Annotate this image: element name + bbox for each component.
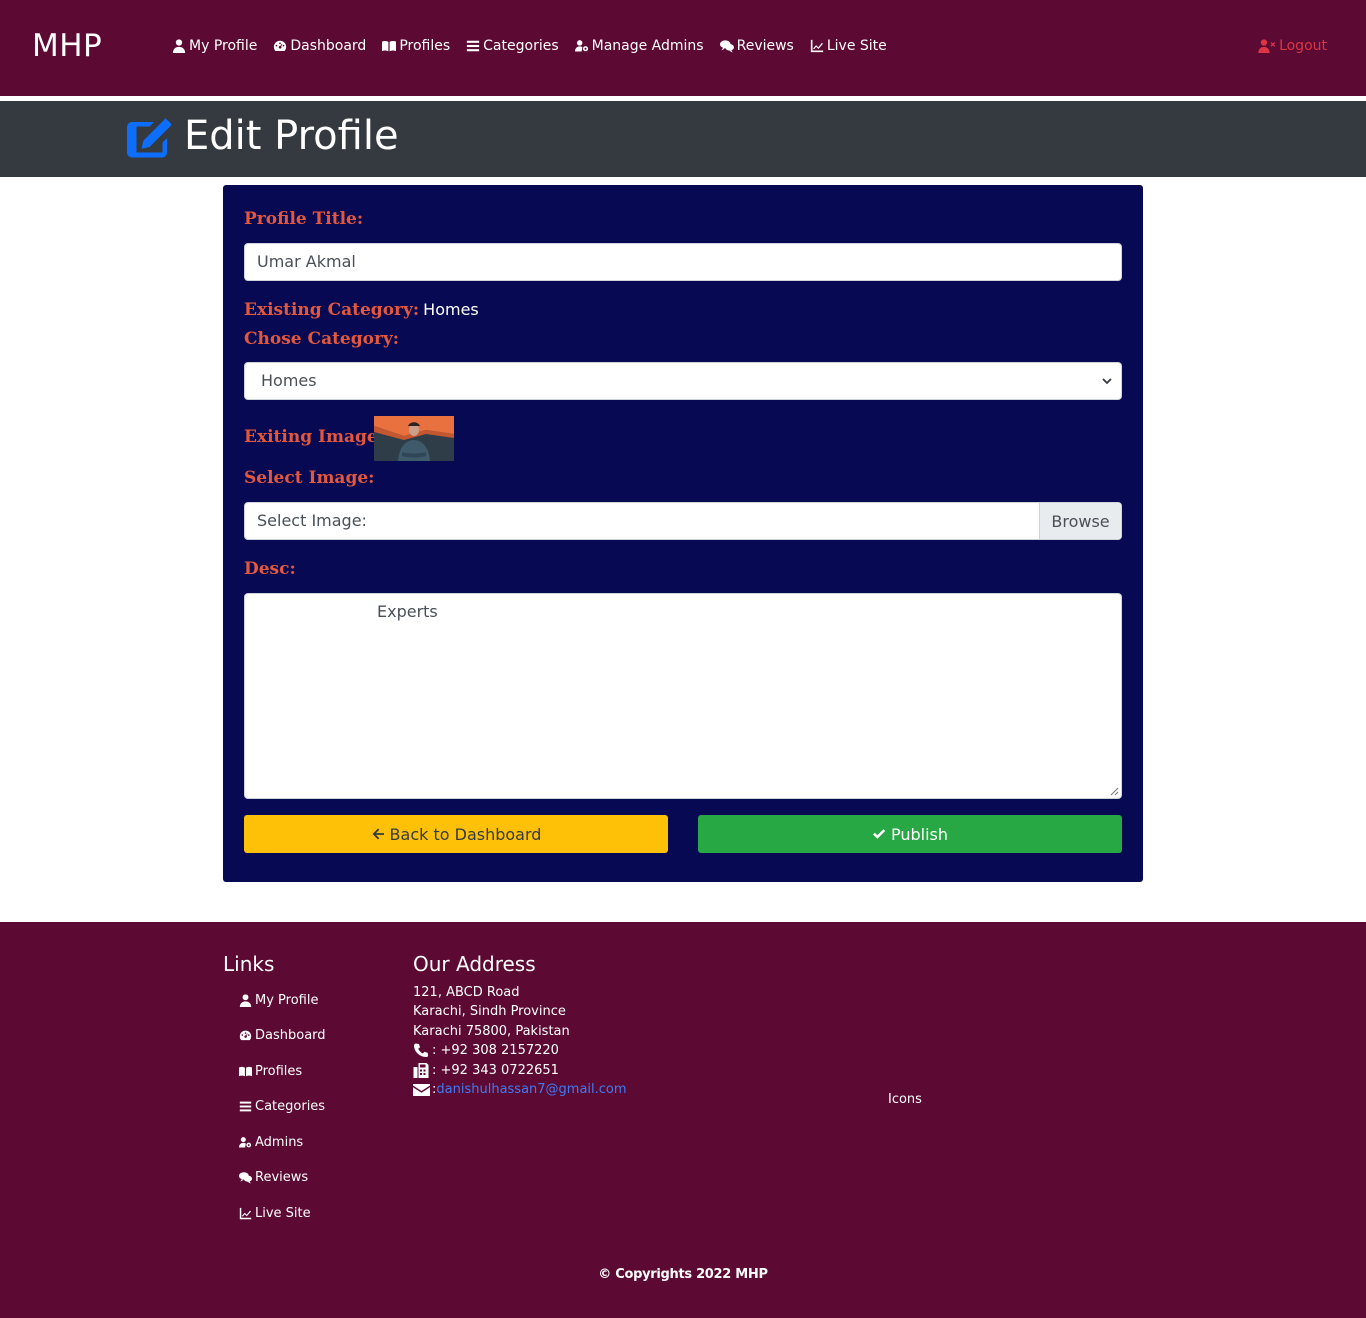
comments-icon [239, 1172, 252, 1184]
check-icon [872, 829, 886, 839]
logout-label: Logout [1279, 38, 1327, 54]
nav-link-label: Reviews [736, 38, 794, 54]
existing-image-label: Exiting Image: [244, 427, 384, 447]
category-select[interactable]: Homes [244, 362, 1122, 400]
footer-link-label: Dashboard [255, 1028, 326, 1043]
book-icon [239, 1066, 252, 1077]
nav-link-categories[interactable]: Categories [466, 38, 559, 54]
email-link[interactable]: danishulhassan7@gmail.com [436, 1082, 626, 1097]
user-icon [172, 39, 186, 53]
existing-category-label-text: Existing Category: [244, 300, 420, 320]
choose-category-label: Chose Category: [244, 329, 400, 349]
back-button-label: Back to Dashboard [389, 824, 542, 844]
address-line: Karachi, Sindh Province [413, 1004, 566, 1019]
footer-link-label: My Profile [255, 993, 319, 1008]
nav-link-dashboard[interactable]: Dashboard [273, 38, 366, 54]
edit-icon [127, 118, 172, 158]
user-cog-icon [239, 1137, 252, 1148]
nav-link-reviews[interactable]: Reviews [719, 38, 794, 54]
navbar: MHP My Profile Dashboard Profiles Catego… [0, 0, 1366, 96]
comments-icon [719, 40, 734, 53]
nav-link-label: Live Site [826, 38, 887, 54]
footer-address-heading: Our Address [413, 952, 536, 976]
publish-button[interactable]: Publish [698, 815, 1122, 853]
desc-label: Desc: [244, 559, 296, 579]
fax-icon [413, 1063, 429, 1078]
phone-icon [414, 1043, 429, 1057]
arrow-left-icon [372, 828, 384, 840]
browse-button[interactable]: Browse [1039, 503, 1121, 539]
existing-category-label: Existing Category: Homes [244, 300, 479, 320]
existing-category-value: Homes [423, 300, 479, 319]
footer-link-categories[interactable]: Categories [239, 1099, 325, 1114]
nav-link-live-site[interactable]: Live Site [810, 38, 887, 54]
chart-line-icon [239, 1207, 252, 1220]
existing-profile-image [374, 416, 454, 461]
brand-logo[interactable]: MHP [32, 28, 102, 64]
desc-text: Experts [377, 602, 438, 621]
footer-link-label: Live Site [255, 1206, 311, 1221]
back-to-dashboard-button[interactable]: Back to Dashboard [244, 815, 668, 853]
select-image-label: Select Image: [244, 468, 375, 488]
footer-link-label: Reviews [255, 1170, 309, 1185]
profile-title-label: Profile Title: [244, 209, 364, 229]
address-line: 121, ABCD Road [413, 985, 520, 1000]
nav-link-profiles[interactable]: Profiles [382, 38, 450, 54]
profile-title-input[interactable]: Umar Akmal [244, 243, 1122, 281]
edit-profile-form: Profile Title: Umar Akmal Existing Categ… [223, 185, 1143, 882]
footer-link-label: Admins [255, 1135, 304, 1150]
nav-link-label: Manage Admins [591, 38, 704, 54]
nav-link-label: Categories [483, 38, 559, 54]
list-icon [467, 40, 480, 52]
nav-links: My Profile Dashboard Profiles Categories… [172, 38, 903, 54]
icons-text: Icons [888, 1092, 922, 1107]
category-selected-value: Homes [261, 371, 317, 390]
user-icon [239, 994, 252, 1007]
phone-line: : +92 308 2157220 [413, 1043, 559, 1058]
user-times-icon [1258, 39, 1276, 53]
copyright: © Copyrights 2022 MHP [598, 1267, 768, 1282]
address-line: Karachi 75800, Pakistan [413, 1024, 570, 1039]
nav-link-label: Dashboard [290, 38, 367, 54]
footer-link-my-profile[interactable]: My Profile [239, 993, 318, 1008]
tachometer-icon [239, 1030, 252, 1041]
logout-link[interactable]: Logout [1258, 38, 1327, 54]
footer-link-reviews[interactable]: Reviews [239, 1170, 308, 1185]
footer-links-heading: Links [223, 952, 275, 976]
publish-button-label: Publish [890, 824, 949, 844]
footer-link-live-site[interactable]: Live Site [239, 1206, 311, 1221]
user-cog-icon [574, 40, 588, 52]
email-line: : danishulhassan7@gmail.com [413, 1082, 627, 1097]
footer-link-label: Profiles [255, 1064, 303, 1079]
phone-number: : +92 308 2157220 [432, 1043, 559, 1058]
file-input-placeholder: Select Image: [257, 511, 367, 530]
nav-link-label: My Profile [189, 38, 258, 54]
tachometer-icon [274, 40, 287, 51]
fax-number: : +92 343 0722651 [432, 1063, 559, 1078]
chevron-down-icon [1102, 378, 1112, 385]
list-icon [239, 1101, 252, 1112]
nav-link-label: Profiles [399, 38, 451, 54]
footer: Links My Profile Dashboard Profiles Cate… [0, 922, 1366, 1318]
desc-textarea[interactable]: Experts [244, 593, 1122, 799]
footer-link-label: Categories [255, 1099, 326, 1114]
fax-line: : +92 343 0722651 [413, 1063, 559, 1078]
footer-link-dashboard[interactable]: Dashboard [239, 1028, 326, 1043]
chart-line-icon [810, 39, 823, 53]
resize-handle-icon[interactable] [1110, 787, 1119, 796]
nav-link-my-profile[interactable]: My Profile [172, 38, 257, 54]
footer-link-profiles[interactable]: Profiles [239, 1064, 302, 1079]
image-file-input[interactable]: Select Image: Browse [244, 502, 1122, 540]
page-title: Edit Profile [184, 113, 399, 159]
footer-link-admins[interactable]: Admins [239, 1135, 303, 1150]
envelope-icon [413, 1084, 430, 1096]
nav-link-manage-admins[interactable]: Manage Admins [574, 38, 704, 54]
book-icon [382, 40, 397, 52]
page-header: Edit Profile [0, 101, 1366, 177]
